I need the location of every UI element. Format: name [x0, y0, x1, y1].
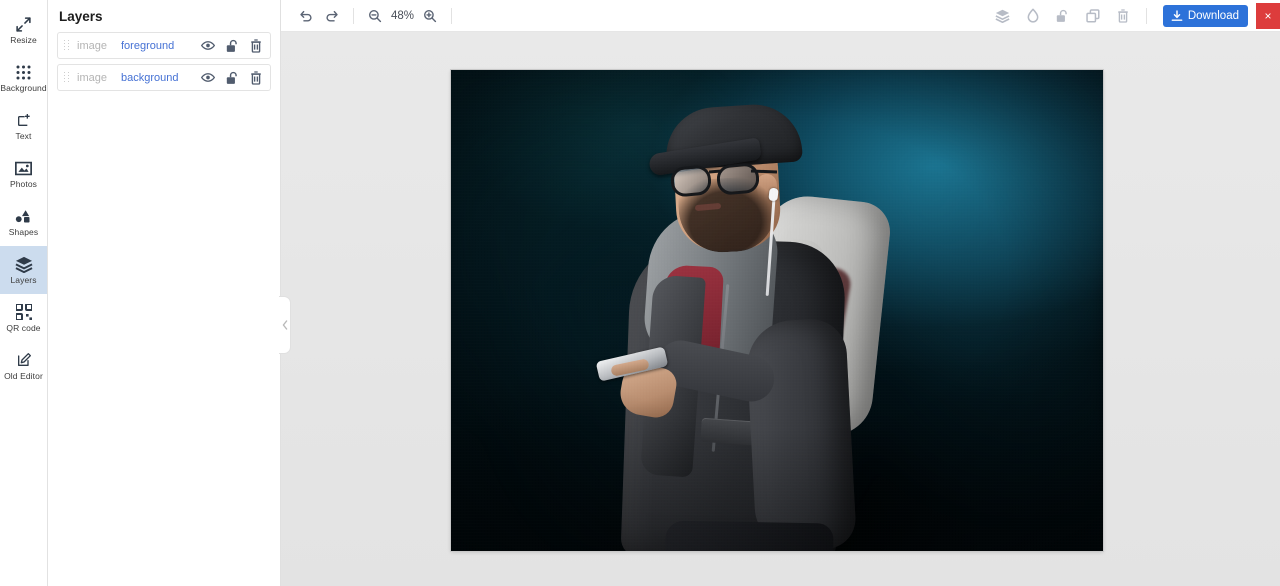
sidebar-item-qr-code[interactable]: QR code [0, 294, 47, 342]
layers-icon [15, 255, 33, 273]
droplet-icon [1026, 8, 1040, 23]
chevron-left-icon [282, 320, 288, 330]
text-icon [15, 111, 33, 129]
delete-tool-button[interactable] [1113, 3, 1133, 29]
undo-button[interactable] [293, 3, 319, 29]
toolbar-divider [451, 7, 453, 24]
trash-icon[interactable] [250, 70, 262, 85]
zoom-level[interactable]: 48% [388, 10, 417, 22]
download-icon [1171, 9, 1183, 22]
unlock-icon[interactable] [226, 71, 239, 85]
panel-title: Layers [59, 9, 103, 24]
sidebar-item-label: Text [15, 131, 32, 142]
close-icon: × [1264, 8, 1272, 23]
eye-icon[interactable] [201, 72, 215, 83]
download-label: Download [1187, 9, 1239, 22]
sidebar-item-label: Shapes [8, 227, 39, 238]
artboard[interactable] [451, 70, 1103, 551]
sidebar-item-label: Photos [9, 179, 38, 190]
main-area: 48% Download × [281, 0, 1280, 586]
toolbar-divider [1145, 7, 1147, 24]
qr-code-icon [15, 303, 33, 321]
opacity-tool-button[interactable] [1023, 3, 1043, 29]
sidebar-item-layers[interactable]: Layers [0, 246, 47, 294]
sidebar-item-resize[interactable]: Resize [0, 6, 47, 54]
eye-icon[interactable] [201, 40, 215, 51]
layer-name[interactable]: foreground [121, 40, 201, 52]
zoom-out-icon [368, 9, 382, 23]
sidebar-item-shapes[interactable]: Shapes [0, 198, 47, 246]
trash-icon [1117, 8, 1129, 23]
layer-row-foreground[interactable]: image foreground [57, 32, 271, 59]
lock-tool-button[interactable] [1053, 3, 1073, 29]
zoom-in-button[interactable] [417, 3, 443, 29]
shapes-icon [15, 207, 33, 225]
background-icon [15, 63, 33, 81]
duplicate-icon [1086, 8, 1100, 23]
old-editor-icon [15, 351, 33, 369]
drag-handle-icon[interactable] [63, 39, 71, 53]
vignette [451, 70, 1103, 551]
sidebar-item-photos[interactable]: Photos [0, 150, 47, 198]
left-tool-rail: Resize Background Text Photos Shapes Lay… [0, 0, 48, 586]
sidebar-item-label: Resize [10, 35, 37, 46]
zoom-out-button[interactable] [362, 3, 388, 29]
layers-stack-icon [995, 9, 1010, 23]
sidebar-item-label: Old Editor [4, 371, 43, 382]
close-button[interactable]: × [1256, 2, 1280, 29]
trash-icon[interactable] [250, 38, 262, 53]
sidebar-item-old-editor[interactable]: Old Editor [0, 342, 47, 390]
photos-icon [15, 159, 33, 177]
redo-icon [325, 9, 339, 23]
layer-kind: image [77, 39, 107, 52]
unlock-icon[interactable] [226, 39, 239, 53]
composite-image [451, 70, 1103, 551]
editor-toolbar: 48% Download × [281, 0, 1280, 32]
sidebar-item-text[interactable]: Text [0, 102, 47, 150]
panel-collapse-handle[interactable] [279, 296, 291, 354]
layers-panel: Layers image foreground image background [48, 0, 291, 586]
undo-icon [299, 9, 313, 23]
sidebar-item-label: Background [0, 83, 47, 94]
layers-tool-button[interactable] [993, 3, 1013, 29]
layer-row-background[interactable]: image background [57, 64, 271, 91]
layer-name[interactable]: background [121, 72, 201, 84]
redo-button[interactable] [319, 3, 345, 29]
duplicate-tool-button[interactable] [1083, 3, 1103, 29]
download-button[interactable]: Download [1162, 4, 1248, 27]
sidebar-item-label: Layers [10, 275, 37, 286]
toolbar-divider [353, 7, 354, 24]
layer-kind: image [77, 71, 107, 84]
sidebar-item-label: QR code [6, 323, 41, 334]
sidebar-item-background[interactable]: Background [0, 54, 47, 102]
drag-handle-icon[interactable] [63, 71, 71, 85]
zoom-in-icon [423, 9, 437, 23]
canvas-area[interactable] [281, 32, 1280, 586]
unlock-icon [1056, 9, 1069, 23]
image-editor-app: Resize Background Text Photos Shapes Lay… [0, 0, 1280, 586]
resize-icon [15, 15, 33, 33]
